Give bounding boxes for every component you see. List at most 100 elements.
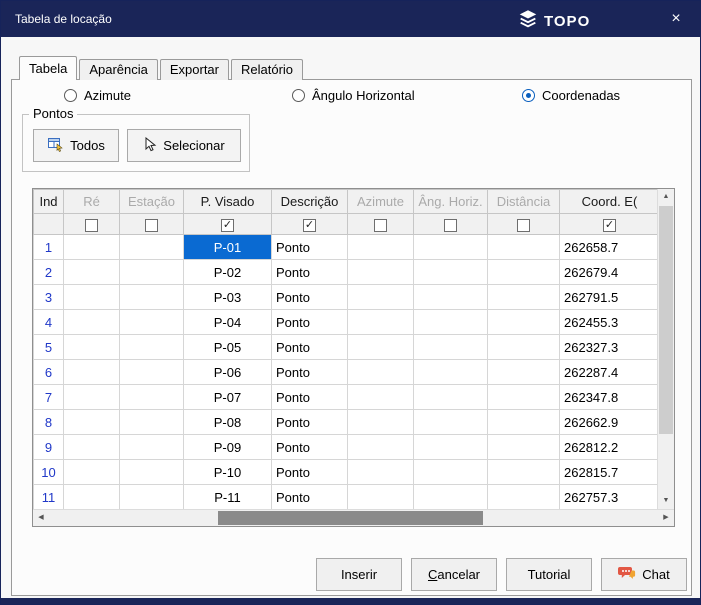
cell-re[interactable] (63, 409, 120, 435)
cell-ang_horiz[interactable] (413, 459, 488, 485)
cell-estacao[interactable] (119, 459, 184, 485)
scroll-down-arrow-icon[interactable]: ▼ (658, 493, 674, 509)
cell-estacao[interactable] (119, 409, 184, 435)
cell-coord_e[interactable]: 262791.5 (559, 284, 657, 310)
cell-azimute[interactable] (347, 359, 414, 385)
cell-re[interactable] (63, 359, 120, 385)
cell-coord_e[interactable]: 262757.3 (559, 484, 657, 509)
radio-azimute[interactable]: Azimute (64, 88, 131, 103)
col-header-ind[interactable]: Ind (33, 189, 64, 214)
cell-estacao[interactable] (119, 259, 184, 285)
cell-distancia[interactable] (487, 284, 560, 310)
cell-distancia[interactable] (487, 359, 560, 385)
cell-azimute[interactable] (347, 459, 414, 485)
cell-re[interactable] (63, 334, 120, 360)
cancelar-button[interactable]: Cancelar (411, 558, 497, 591)
cell-azimute[interactable] (347, 434, 414, 460)
cell-estacao[interactable] (119, 284, 184, 310)
cell-distancia[interactable] (487, 409, 560, 435)
cell-descricao[interactable]: Ponto (271, 234, 348, 260)
cell-ind[interactable]: 2 (33, 259, 64, 285)
scroll-right-arrow-icon[interactable]: ▶ (658, 510, 674, 526)
cell-p_visado[interactable]: P-05 (183, 334, 272, 360)
cell-ang_horiz[interactable] (413, 409, 488, 435)
column-checkbox-coord_e[interactable]: ✓ (603, 218, 616, 232)
cell-ind[interactable]: 6 (33, 359, 64, 385)
col-check-cell-estacao[interactable] (119, 213, 184, 235)
cell-ind[interactable]: 3 (33, 284, 64, 310)
cell-re[interactable] (63, 384, 120, 410)
column-checkbox-distancia[interactable] (517, 218, 530, 232)
close-button[interactable]: × (666, 9, 686, 29)
col-check-cell-re[interactable] (63, 213, 120, 235)
col-header-coord_e[interactable]: Coord. E( (559, 189, 657, 214)
cell-ang_horiz[interactable] (413, 434, 488, 460)
cell-descricao[interactable]: Ponto (271, 259, 348, 285)
cell-azimute[interactable] (347, 309, 414, 335)
col-header-re[interactable]: Ré (63, 189, 120, 214)
cell-descricao[interactable]: Ponto (271, 334, 348, 360)
cell-coord_e[interactable]: 262455.3 (559, 309, 657, 335)
cell-ang_horiz[interactable] (413, 234, 488, 260)
cell-distancia[interactable] (487, 484, 560, 509)
cell-ind[interactable]: 8 (33, 409, 64, 435)
tab-exportar[interactable]: Exportar (159, 59, 229, 80)
cell-descricao[interactable]: Ponto (271, 434, 348, 460)
cell-distancia[interactable] (487, 384, 560, 410)
tab-tabela[interactable]: Tabela (19, 56, 78, 80)
cell-p_visado[interactable]: P-10 (183, 459, 272, 485)
cell-azimute[interactable] (347, 409, 414, 435)
column-checkbox-azimute[interactable] (374, 218, 387, 232)
cell-ind[interactable]: 4 (33, 309, 64, 335)
cell-ang_horiz[interactable] (413, 359, 488, 385)
cell-distancia[interactable] (487, 234, 560, 260)
scroll-left-arrow-icon[interactable]: ◀ (33, 510, 49, 526)
cell-coord_e[interactable]: 262662.9 (559, 409, 657, 435)
cell-estacao[interactable] (119, 309, 184, 335)
cell-re[interactable] (63, 234, 120, 260)
cell-descricao[interactable]: Ponto (271, 309, 348, 335)
tutorial-button[interactable]: Tutorial (506, 558, 592, 591)
cell-estacao[interactable] (119, 334, 184, 360)
cell-coord_e[interactable]: 262327.3 (559, 334, 657, 360)
cell-ind[interactable]: 11 (33, 484, 64, 509)
col-check-cell-descricao[interactable]: ✓ (271, 213, 348, 235)
cell-azimute[interactable] (347, 334, 414, 360)
col-header-ang_horiz[interactable]: Âng. Horiz. (413, 189, 488, 214)
cell-descricao[interactable]: Ponto (271, 384, 348, 410)
cell-descricao[interactable]: Ponto (271, 409, 348, 435)
cell-azimute[interactable] (347, 259, 414, 285)
scroll-up-arrow-icon[interactable]: ▲ (658, 189, 674, 205)
cell-estacao[interactable] (119, 484, 184, 509)
col-header-p_visado[interactable]: P. Visado (183, 189, 272, 214)
cell-ind[interactable]: 1 (33, 234, 64, 260)
cell-coord_e[interactable]: 262287.4 (559, 359, 657, 385)
vertical-scroll-thumb[interactable] (659, 206, 673, 434)
tab-relatorio[interactable]: Relatório (231, 59, 304, 80)
col-check-cell-coord_e[interactable]: ✓ (559, 213, 657, 235)
cell-distancia[interactable] (487, 459, 560, 485)
cell-estacao[interactable] (119, 234, 184, 260)
vertical-scrollbar[interactable]: ▲ ▼ (657, 189, 674, 509)
cell-p_visado[interactable]: P-01 (183, 234, 272, 260)
col-header-distancia[interactable]: Distância (487, 189, 560, 214)
cell-p_visado[interactable]: P-07 (183, 384, 272, 410)
column-checkbox-p_visado[interactable]: ✓ (221, 218, 234, 232)
cell-re[interactable] (63, 259, 120, 285)
cell-p_visado[interactable]: P-11 (183, 484, 272, 509)
cell-azimute[interactable] (347, 384, 414, 410)
col-check-cell-distancia[interactable] (487, 213, 560, 235)
cell-azimute[interactable] (347, 484, 414, 509)
col-check-cell-p_visado[interactable]: ✓ (183, 213, 272, 235)
cell-coord_e[interactable]: 262347.8 (559, 384, 657, 410)
cell-estacao[interactable] (119, 384, 184, 410)
cell-distancia[interactable] (487, 434, 560, 460)
cell-distancia[interactable] (487, 259, 560, 285)
cell-ind[interactable]: 7 (33, 384, 64, 410)
cell-descricao[interactable]: Ponto (271, 284, 348, 310)
todos-button[interactable]: Todos (33, 129, 119, 162)
cell-ind[interactable]: 10 (33, 459, 64, 485)
cell-re[interactable] (63, 434, 120, 460)
cell-distancia[interactable] (487, 334, 560, 360)
cell-p_visado[interactable]: P-03 (183, 284, 272, 310)
